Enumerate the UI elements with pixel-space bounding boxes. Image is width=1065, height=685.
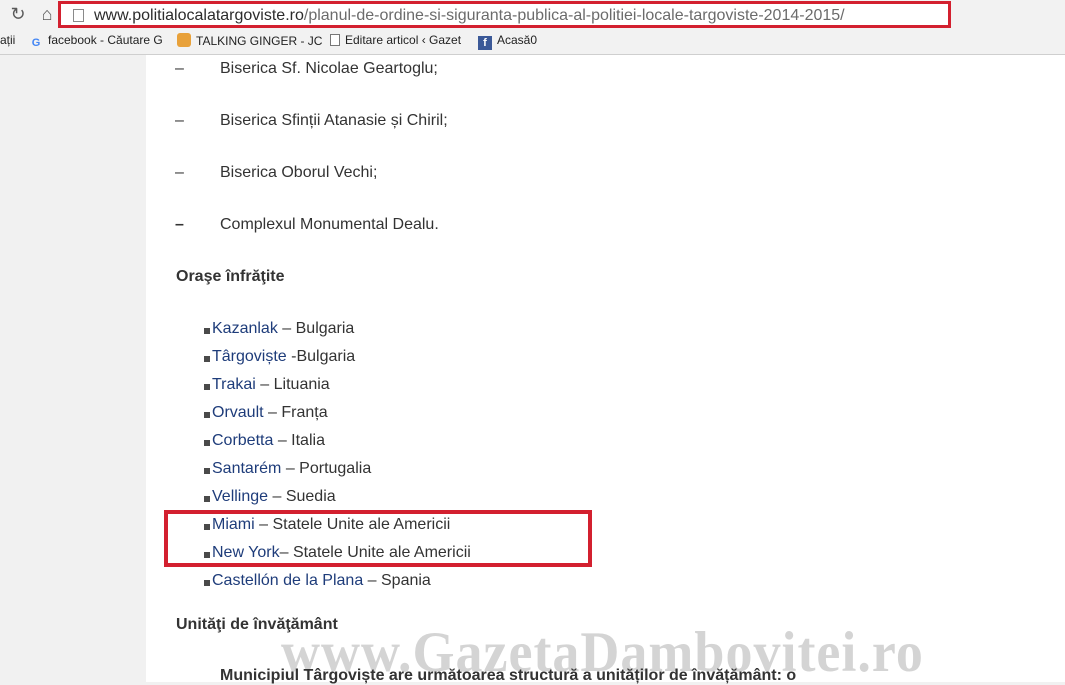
city-link[interactable]: Castellón de la Plana xyxy=(212,572,363,589)
bullet xyxy=(204,412,210,418)
bookmark-label: ații xyxy=(0,33,16,47)
bullet xyxy=(204,468,210,474)
city-link[interactable]: Vellinge xyxy=(212,488,268,505)
url-domain: www.politialocalatargoviste.ro xyxy=(94,7,304,24)
bookmark-partial[interactable]: ații xyxy=(0,33,15,47)
bullet xyxy=(204,496,210,502)
page-icon xyxy=(73,9,84,22)
bookmark-label: Acasă0 xyxy=(497,33,538,47)
address-bar[interactable]: www.politialocalatargoviste.ro/planul-de… xyxy=(58,1,951,28)
city-link[interactable]: Trakai xyxy=(212,376,256,393)
ginger-icon xyxy=(177,33,191,47)
dash: – xyxy=(175,112,184,129)
country-text: – Bulgaria xyxy=(277,320,355,337)
bookmark-facebook[interactable]: Gfacebook - Căutare G xyxy=(29,33,163,50)
city-link[interactable]: Santarém xyxy=(212,460,281,477)
country-text: – Lituania xyxy=(255,376,330,393)
bullet xyxy=(204,384,210,390)
item-text: Complexul Monumental Dealu. xyxy=(220,216,439,233)
bookmark-talking-ginger[interactable]: TALKING GINGER - JC xyxy=(177,33,322,48)
item-text: Biserica Oborul Vechi; xyxy=(220,164,378,181)
bookmarks-bar: ații Gfacebook - Căutare G TALKING GINGE… xyxy=(0,28,1065,55)
bookmark-editare-articol[interactable]: Editare articol ‹ Gazet xyxy=(330,33,461,47)
bookmark-label: TALKING GINGER - JC xyxy=(196,34,323,48)
education-paragraph: Municipiul Târgoviște are următoarea str… xyxy=(220,667,797,684)
bookmark-label: facebook - Căutare G xyxy=(48,33,163,47)
page-icon xyxy=(330,34,340,46)
country-text: – Portugalia xyxy=(281,460,372,477)
dash: – xyxy=(175,164,184,181)
browser-toolbar: ↻ ⌂ www.politialocalatargoviste.ro/planu… xyxy=(0,0,1065,28)
country-text: – Italia xyxy=(273,432,325,449)
country-text: – Suedia xyxy=(268,488,336,505)
google-icon: G xyxy=(31,37,41,49)
home-icon[interactable]: ⌂ xyxy=(37,4,57,24)
country-text: – Franța xyxy=(263,404,328,421)
city-link[interactable]: Orvault xyxy=(212,404,264,421)
page-content: – Biserica Sf. Nicolae Geartoglu; – Biseri… xyxy=(146,55,1065,684)
bookmark-label: Editare articol ‹ Gazet xyxy=(345,33,462,47)
dash: – xyxy=(175,60,184,77)
highlight-box xyxy=(164,510,592,567)
bullet xyxy=(204,580,210,586)
country-text: -Bulgaria xyxy=(286,348,356,365)
city-link[interactable]: Târgoviște xyxy=(212,348,287,365)
bullet xyxy=(204,440,210,446)
facebook-icon: f xyxy=(478,36,492,50)
dash: – xyxy=(175,216,184,233)
twin-cities-heading: Oraşe înfrăţite xyxy=(176,268,285,285)
city-link[interactable]: Corbetta xyxy=(212,432,273,449)
url-path: /planul-de-ordine-si-siguranta-publica-a… xyxy=(303,7,845,24)
item-text: Biserica Sf. Nicolae Geartoglu; xyxy=(220,60,438,77)
city-link[interactable]: Kazanlak xyxy=(212,320,278,337)
bookmark-acasa[interactable]: f Acasă0 xyxy=(478,33,537,50)
reload-icon[interactable]: ↻ xyxy=(8,4,28,24)
country-text: – Spania xyxy=(363,572,431,589)
bullet xyxy=(204,356,210,362)
bullet xyxy=(204,328,210,334)
url-text: www.politialocalatargoviste.ro/planul-de… xyxy=(94,7,845,25)
item-text: Biserica Sfinții Atanasie și Chiril; xyxy=(220,112,448,129)
